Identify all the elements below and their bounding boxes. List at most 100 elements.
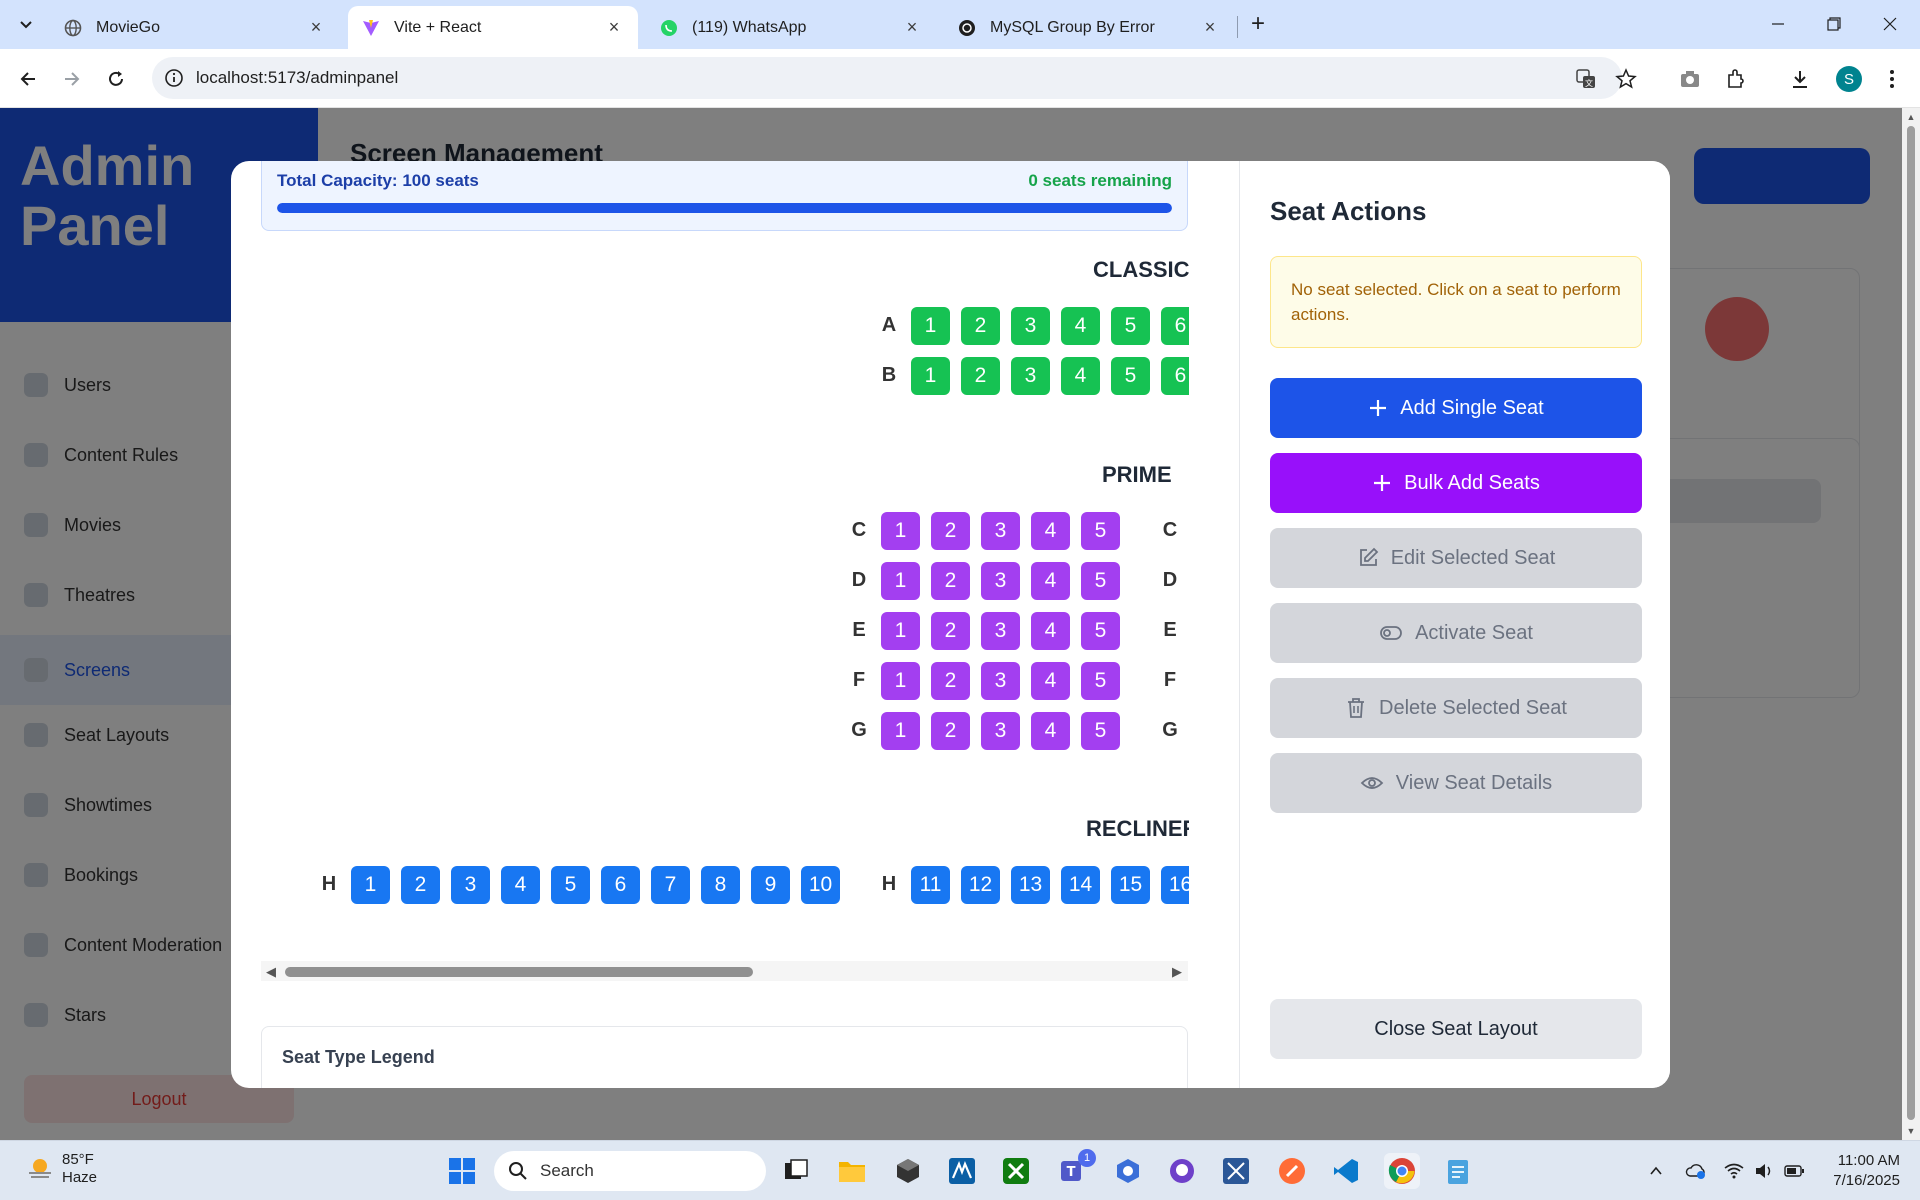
- add-single-seat-button[interactable]: Add Single Seat: [1270, 378, 1642, 438]
- seat[interactable]: 1: [911, 357, 950, 395]
- close-seat-layout-button[interactable]: Close Seat Layout: [1270, 999, 1642, 1059]
- weather-widget[interactable]: 85°F Haze: [26, 1151, 97, 1187]
- seat[interactable]: 5: [1081, 562, 1120, 600]
- minimize-button[interactable]: [1755, 8, 1801, 40]
- seat[interactable]: 2: [931, 662, 970, 700]
- seat[interactable]: 1: [881, 612, 920, 650]
- seat[interactable]: 3: [981, 662, 1020, 700]
- activate-seat-button[interactable]: Activate Seat: [1270, 603, 1642, 663]
- postman-icon[interactable]: [1274, 1153, 1310, 1189]
- snipping-tool-icon[interactable]: [1218, 1153, 1254, 1189]
- mysql-workbench-icon[interactable]: [944, 1153, 980, 1189]
- site-info-icon[interactable]: [164, 68, 184, 88]
- scrollbar-thumb[interactable]: [1907, 126, 1915, 1120]
- seat[interactable]: 1: [881, 712, 920, 750]
- address-bar[interactable]: localhost:5173/adminpanel 文: [152, 57, 1637, 99]
- download-icon[interactable]: [1786, 65, 1814, 93]
- seat[interactable]: 4: [1061, 307, 1100, 345]
- taskbar-search[interactable]: Search: [494, 1151, 766, 1191]
- seat[interactable]: 3: [981, 512, 1020, 550]
- start-button[interactable]: [444, 1153, 480, 1189]
- seat[interactable]: 1: [881, 512, 920, 550]
- seat[interactable]: 3: [1011, 357, 1050, 395]
- volume-icon[interactable]: [1752, 1159, 1776, 1183]
- seat[interactable]: 2: [961, 357, 1000, 395]
- seat[interactable]: 11: [911, 866, 950, 904]
- tab-vite-react[interactable]: Vite + React ×: [348, 6, 638, 49]
- scroll-up-arrow-icon[interactable]: ▲: [1906, 112, 1916, 122]
- file-explorer-icon[interactable]: [834, 1153, 870, 1189]
- seat[interactable]: 4: [1031, 712, 1070, 750]
- seat[interactable]: 15: [1111, 866, 1150, 904]
- seat[interactable]: 2: [961, 307, 1000, 345]
- seat[interactable]: 1: [351, 866, 390, 904]
- browser-menu-icon[interactable]: [1878, 65, 1906, 93]
- seat[interactable]: 5: [1111, 357, 1150, 395]
- close-window-button[interactable]: [1867, 8, 1913, 40]
- scrollbar-thumb[interactable]: [285, 967, 753, 977]
- seat[interactable]: 4: [1031, 512, 1070, 550]
- seat[interactable]: 4: [1031, 562, 1070, 600]
- chrome-icon[interactable]: [1384, 1153, 1420, 1189]
- seat-map-horizontal-scrollbar[interactable]: ◀ ▶: [261, 961, 1188, 981]
- seat[interactable]: 10: [801, 866, 840, 904]
- seat[interactable]: 1: [911, 307, 950, 345]
- delete-selected-seat-button[interactable]: Delete Selected Seat: [1270, 678, 1642, 738]
- seat[interactable]: 2: [931, 712, 970, 750]
- seat[interactable]: 1: [881, 562, 920, 600]
- seat[interactable]: 3: [1011, 307, 1050, 345]
- vscode-icon[interactable]: [1328, 1153, 1364, 1189]
- tab-moviego[interactable]: MovieGo ×: [50, 6, 340, 49]
- wifi-icon[interactable]: [1722, 1159, 1746, 1183]
- restore-button[interactable]: [1811, 8, 1857, 40]
- edit-selected-seat-button[interactable]: Edit Selected Seat: [1270, 528, 1642, 588]
- seat[interactable]: 5: [1111, 307, 1150, 345]
- onedrive-icon[interactable]: [1684, 1159, 1708, 1183]
- seat[interactable]: 4: [1031, 662, 1070, 700]
- seat[interactable]: 12: [961, 866, 1000, 904]
- close-tab-icon[interactable]: ×: [1200, 17, 1220, 38]
- xbox-icon[interactable]: [998, 1153, 1034, 1189]
- scroll-right-arrow-icon[interactable]: ▶: [1172, 964, 1182, 980]
- seat[interactable]: 4: [1061, 357, 1100, 395]
- seat[interactable]: 2: [401, 866, 440, 904]
- seat[interactable]: 2: [931, 512, 970, 550]
- bookmark-star-icon[interactable]: [1614, 67, 1638, 91]
- seat[interactable]: 8: [701, 866, 740, 904]
- chevron-up-icon[interactable]: [1644, 1159, 1668, 1183]
- seat[interactable]: 6: [601, 866, 640, 904]
- seat[interactable]: 3: [451, 866, 490, 904]
- system-clock[interactable]: 11:00 AM 7/16/2025: [1800, 1151, 1900, 1191]
- forward-button[interactable]: [56, 63, 88, 95]
- new-tab-button[interactable]: +: [1244, 10, 1272, 38]
- seat[interactable]: 5: [551, 866, 590, 904]
- seat[interactable]: 3: [981, 562, 1020, 600]
- seat[interactable]: 1: [881, 662, 920, 700]
- close-tab-icon[interactable]: ×: [306, 17, 326, 38]
- close-tab-icon[interactable]: ×: [604, 17, 624, 38]
- scroll-down-arrow-icon[interactable]: ▼: [1906, 1126, 1916, 1136]
- back-button[interactable]: [12, 63, 44, 95]
- seat[interactable]: 4: [1031, 612, 1070, 650]
- seat[interactable]: 7: [651, 866, 690, 904]
- seat[interactable]: 5: [1081, 512, 1120, 550]
- github-desktop-icon[interactable]: [1164, 1153, 1200, 1189]
- notepad-icon[interactable]: [1440, 1153, 1476, 1189]
- scroll-left-arrow-icon[interactable]: ◀: [266, 964, 276, 980]
- camera-icon[interactable]: [1676, 65, 1704, 93]
- close-tab-icon[interactable]: ×: [902, 17, 922, 38]
- cube-app-icon[interactable]: [890, 1153, 926, 1189]
- tab-mysql[interactable]: MySQL Group By Error ×: [944, 6, 1234, 49]
- extensions-icon[interactable]: [1722, 65, 1750, 93]
- seat[interactable]: 2: [931, 562, 970, 600]
- task-view-icon[interactable]: [778, 1153, 814, 1189]
- reload-button[interactable]: [100, 63, 132, 95]
- seat[interactable]: 3: [981, 612, 1020, 650]
- seat[interactable]: 2: [931, 612, 970, 650]
- seat[interactable]: 13: [1011, 866, 1050, 904]
- tab-whatsapp[interactable]: (119) WhatsApp ×: [646, 6, 936, 49]
- bulk-add-seats-button[interactable]: Bulk Add Seats: [1270, 453, 1642, 513]
- seat[interactable]: 9: [751, 866, 790, 904]
- seat[interactable]: 14: [1061, 866, 1100, 904]
- profile-avatar[interactable]: S: [1836, 66, 1862, 92]
